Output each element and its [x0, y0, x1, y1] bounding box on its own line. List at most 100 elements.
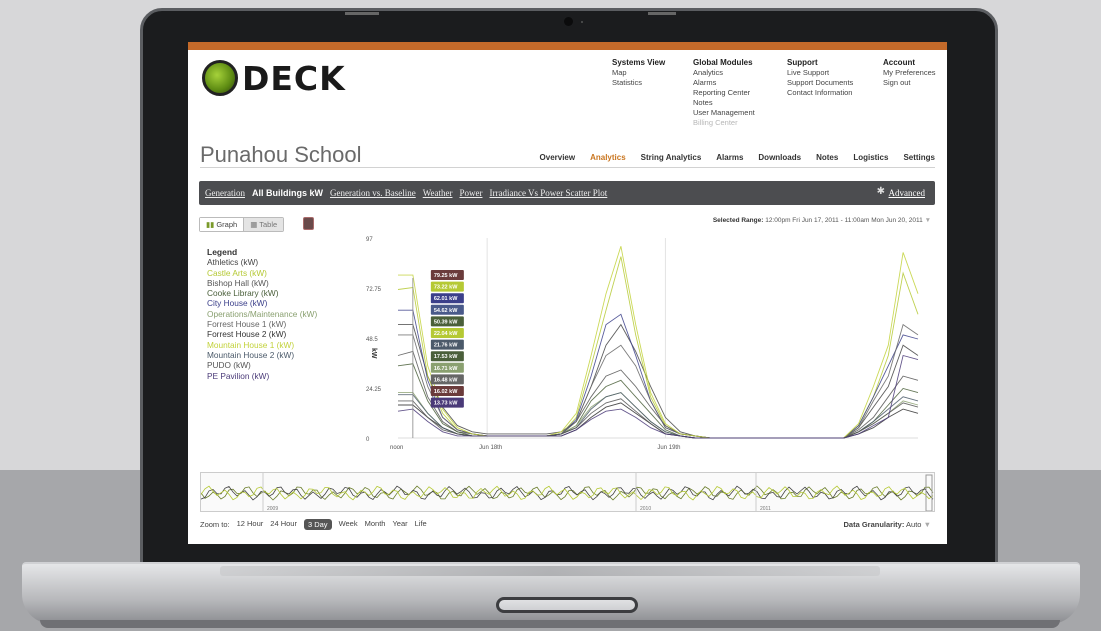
tab-alarms[interactable]: Alarms	[716, 153, 743, 162]
zoom-option[interactable]: Month	[365, 519, 386, 530]
legend-item[interactable]: Mountain House 1 (kW)	[207, 340, 317, 350]
tab-string-analytics[interactable]: String Analytics	[641, 153, 702, 162]
camera-light	[581, 21, 583, 23]
zoom-controls: Zoom to: 12 Hour 24 Hour 3 Day Week Month Yea…	[200, 519, 427, 530]
navigator-handle	[925, 474, 933, 511]
legend-item[interactable]: City House (kW)	[207, 298, 317, 308]
nav-item-notes[interactable]: Notes	[693, 98, 755, 108]
zoom-label: Zoom to:	[200, 520, 230, 529]
table-label: Table	[259, 220, 278, 229]
zoom-option[interactable]: 12 Hour	[237, 519, 264, 530]
trackpad	[496, 597, 638, 613]
export-icon[interactable]	[303, 217, 314, 230]
nav-item-statistics[interactable]: Statistics	[612, 78, 665, 88]
analytics-subnav: Generation All Buildings kW Generation v…	[199, 181, 935, 205]
nav-heading[interactable]: Global Modules	[693, 58, 755, 68]
zoom-option[interactable]: Year	[392, 519, 407, 530]
nav-item-alarms[interactable]: Alarms	[693, 78, 755, 88]
y-tick-label: 24.25	[366, 387, 382, 393]
nav-systems-view: Systems View Map Statistics	[612, 58, 665, 88]
zoom-option[interactable]: 3 Day	[303, 519, 332, 530]
x-tick-label: noon	[390, 445, 403, 451]
legend-item[interactable]: Operations/Maintenance (kW)	[207, 309, 317, 319]
legend-item[interactable]: PUDO (kW)	[207, 360, 317, 370]
lid-bumper	[345, 12, 379, 15]
value-tooltip-label: 79.25 kW	[434, 273, 458, 279]
subnav-power[interactable]: Power	[459, 188, 482, 198]
tab-downloads[interactable]: Downloads	[758, 153, 801, 162]
nav-item-preferences[interactable]: My Preferences	[883, 68, 936, 78]
subnav-all-buildings-kw[interactable]: All Buildings kW	[252, 188, 323, 198]
bar-chart-icon: ▮▮	[206, 220, 217, 229]
value-tooltip-label: 16.71 kW	[434, 366, 458, 372]
value-tooltip-label: 62.01 kW	[434, 296, 458, 302]
tab-logistics[interactable]: Logistics	[853, 153, 888, 162]
lid-bumper	[648, 12, 676, 15]
logo[interactable]: DECK	[202, 58, 362, 100]
kw-line-chart[interactable]: 97 72.75 48.5 24.25 0 kW noon Jun 18th Jun 19th 7…	[358, 230, 928, 460]
nav-item-support-documents[interactable]: Support Documents	[787, 78, 853, 88]
legend-item[interactable]: Athletics (kW)	[207, 257, 317, 267]
tab-notes[interactable]: Notes	[816, 153, 838, 162]
value-tooltip-label: 16.48 kW	[434, 377, 458, 383]
granularity-value: Auto	[906, 520, 922, 529]
value-tooltip-label: 13.73 kW	[434, 401, 458, 407]
tab-overview[interactable]: Overview	[540, 153, 576, 162]
legend-item[interactable]: PE Pavilion (kW)	[207, 371, 317, 381]
legend-item[interactable]: Bishop Hall (kW)	[207, 278, 317, 288]
zoom-option[interactable]: Life	[415, 519, 427, 530]
divider	[200, 167, 935, 168]
range-label: Selected Range:	[712, 217, 764, 224]
gear-icon[interactable]: ✱	[877, 186, 885, 197]
nav-item-contact-information[interactable]: Contact Information	[787, 88, 853, 98]
legend-title: Legend	[207, 247, 238, 257]
chevron-down-icon[interactable]: ▼	[925, 217, 931, 224]
value-tooltip-label: 17.53 kW	[434, 354, 458, 360]
laptop-base-edge	[40, 620, 1060, 628]
series-line	[397, 350, 919, 439]
zoom-option[interactable]: Week	[339, 519, 358, 530]
view-toggle: ▮▮ Graph ▦ Table	[199, 217, 285, 232]
tab-settings[interactable]: Settings	[903, 153, 935, 162]
nav-item-live-support[interactable]: Live Support	[787, 68, 853, 78]
legend-item[interactable]: Mountain House 2 (kW)	[207, 350, 317, 360]
nav-support: Support Live Support Support Documents C…	[787, 58, 853, 98]
nav-item-map[interactable]: Map	[612, 68, 665, 78]
value-tooltip-label: 50.39 kW	[434, 319, 458, 325]
legend-item[interactable]: Cooke Library (kW)	[207, 288, 317, 298]
logo-text: DECK	[242, 59, 346, 98]
subnav-generation[interactable]: Generation	[205, 188, 245, 198]
nav-item-reporting-center[interactable]: Reporting Center	[693, 88, 755, 98]
nav-heading[interactable]: Account	[883, 58, 936, 68]
nav-item-user-management[interactable]: User Management	[693, 108, 755, 118]
x-tick-label: Jun 18th	[479, 445, 502, 451]
data-granularity[interactable]: Data Granularity: Auto ▼	[844, 520, 932, 529]
nav-heading[interactable]: Systems View	[612, 58, 665, 68]
camera-icon	[564, 17, 573, 26]
table-icon: ▦	[250, 220, 260, 229]
graph-label: Graph	[216, 220, 238, 229]
legend-item[interactable]: Forrest House 2 (kW)	[207, 329, 317, 339]
subnav-irradiance-scatter[interactable]: Irradiance Vs Power Scatter Plot	[489, 188, 607, 198]
legend-item[interactable]: Castle Arts (kW)	[207, 268, 317, 278]
app-screen: DECK Systems View Map Statistics Global …	[188, 42, 947, 544]
subnav-generation-vs-baseline[interactable]: Generation vs. Baseline	[330, 188, 416, 198]
zoom-option[interactable]: 24 Hour	[270, 519, 297, 530]
x-tick-label: Jun 19th	[657, 445, 680, 451]
nav-item-sign-out[interactable]: Sign out	[883, 78, 936, 88]
advanced-link[interactable]: Advanced	[889, 188, 925, 198]
timeline-navigator[interactable]: 2009 2010 2011	[200, 472, 935, 512]
table-toggle-button[interactable]: ▦ Table	[243, 218, 284, 231]
chevron-down-icon: ▼	[923, 520, 931, 529]
main-tabs: Overview Analytics String Analytics Alar…	[540, 153, 935, 162]
nav-item-analytics[interactable]: Analytics	[693, 68, 755, 78]
granularity-label: Data Granularity:	[843, 520, 905, 529]
subnav-weather[interactable]: Weather	[423, 188, 453, 198]
gauge-logo-icon	[202, 60, 238, 96]
graph-toggle-button[interactable]: ▮▮ Graph	[200, 218, 244, 231]
legend-item[interactable]: Forrest House 1 (kW)	[207, 319, 317, 329]
y-tick-label: 48.5	[366, 337, 378, 343]
nav-heading[interactable]: Support	[787, 58, 853, 68]
nav-global-modules: Global Modules Analytics Alarms Reportin…	[693, 58, 755, 128]
tab-analytics[interactable]: Analytics	[590, 153, 626, 162]
